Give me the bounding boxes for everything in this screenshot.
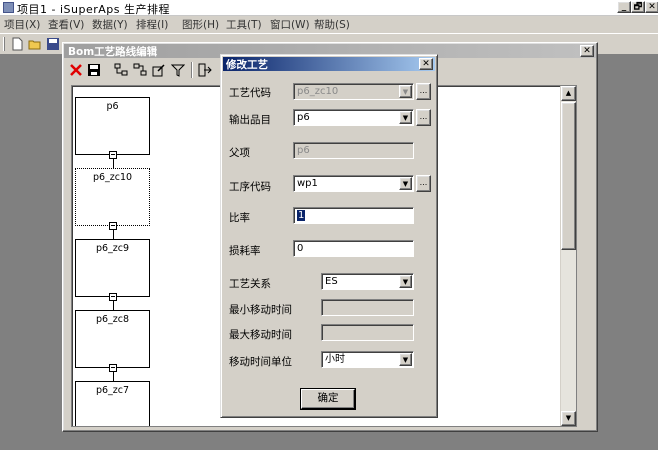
node-connector[interactable] — [109, 293, 117, 301]
node-connector[interactable] — [109, 222, 117, 230]
scroll-down-button[interactable]: ▼ — [561, 411, 576, 426]
loss-rate-label: 损耗率 — [229, 245, 261, 257]
connector-line — [113, 159, 114, 168]
relation-label: 工艺关系 — [229, 278, 271, 290]
ratio-input[interactable]: 1 — [293, 207, 414, 224]
process-node[interactable]: p6_zc9 — [75, 239, 150, 297]
process-code-combo[interactable]: p6_zc10 ▼ — [293, 83, 414, 100]
toolbar-separator — [191, 62, 193, 78]
connector-line — [113, 230, 114, 239]
output-item-combo[interactable]: p6 ▼ — [293, 109, 414, 126]
chevron-down-icon[interactable]: ▼ — [399, 275, 412, 288]
output-item-value: p6 — [297, 112, 310, 123]
dialog-title-bar: 修改工艺 ✕ — [223, 57, 435, 71]
node-connector[interactable] — [109, 364, 117, 372]
chevron-down-icon[interactable]: ▼ — [399, 85, 412, 98]
ratio-value: 1 — [297, 210, 306, 221]
process-node-label: p6_zc10 — [92, 172, 133, 183]
operation-code-value: wp1 — [297, 178, 318, 189]
scroll-up-button[interactable]: ▲ — [561, 86, 576, 101]
menu-project[interactable]: 项目(X) — [4, 17, 40, 32]
operation-code-browse-button[interactable]: ... — [416, 175, 431, 192]
menu-schedule[interactable]: 排程(I) — [136, 17, 168, 32]
delete-icon[interactable] — [69, 63, 83, 77]
process-node-label: p6_zc9 — [95, 243, 130, 254]
max-move-time-label: 最大移动时间 — [229, 329, 292, 341]
parent-label: 父项 — [229, 147, 250, 159]
min-move-time-label: 最小移动时间 — [229, 304, 292, 316]
parent-field: p6 — [293, 142, 414, 159]
chevron-down-icon[interactable]: ▼ — [399, 111, 412, 124]
move-time-unit-combo[interactable]: 小时 ▼ — [321, 351, 414, 368]
loss-rate-value: 0 — [297, 243, 304, 254]
process-node[interactable]: p6_zc7 — [75, 381, 150, 426]
menu-help[interactable]: 帮助(S) — [314, 17, 350, 32]
menu-window[interactable]: 窗口(W) — [270, 17, 310, 32]
ok-button[interactable]: 确定 — [301, 389, 355, 409]
exit-icon[interactable] — [198, 63, 212, 77]
chevron-down-icon[interactable]: ▼ — [399, 177, 412, 190]
max-move-time-input — [321, 324, 414, 341]
bom-close-button[interactable]: ✕ — [580, 45, 594, 57]
collapse-icon[interactable] — [133, 63, 147, 77]
restore-button[interactable]: 🗗 — [631, 1, 645, 13]
process-code-browse-button[interactable]: ... — [416, 83, 431, 100]
process-node[interactable]: p6_zc10 — [75, 168, 150, 226]
close-button[interactable]: ✕ — [645, 1, 658, 13]
process-node-label: p6_zc8 — [95, 314, 130, 325]
menu-tools[interactable]: 工具(T) — [226, 17, 262, 32]
operation-code-combo[interactable]: wp1 ▼ — [293, 175, 414, 192]
dialog-close-button[interactable]: ✕ — [419, 58, 433, 70]
connector-line — [113, 372, 114, 381]
output-item-browse-button[interactable]: ... — [416, 109, 431, 126]
min-move-time-input — [321, 299, 414, 316]
process-node[interactable]: p6 — [75, 97, 150, 155]
process-code-label: 工艺代码 — [229, 87, 271, 99]
chevron-down-icon[interactable]: ▼ — [399, 353, 412, 366]
connector-line — [113, 301, 114, 310]
app-title: 项目1 - iSuperAps 生产排程 — [17, 3, 170, 16]
expand-icon[interactable] — [114, 63, 128, 77]
vertical-scrollbar[interactable]: ▲ ▼ — [560, 86, 576, 426]
menu-graphics[interactable]: 图形(H) — [182, 17, 219, 32]
process-node-label: p6_zc7 — [95, 385, 130, 396]
open-folder-icon[interactable] — [28, 37, 42, 51]
menu-data[interactable]: 数据(Y) — [92, 17, 128, 32]
relation-combo[interactable]: ES ▼ — [321, 273, 414, 290]
process-code-value: p6_zc10 — [297, 86, 339, 97]
save-toolbar-icon[interactable] — [46, 37, 60, 51]
filter-icon[interactable] — [171, 63, 185, 77]
modify-process-dialog: 修改工艺 ✕ 工艺代码 p6_zc10 ▼ ... 输出品目 p6 ▼ ... … — [220, 54, 438, 418]
new-file-icon[interactable] — [10, 37, 24, 51]
move-time-unit-label: 移动时间单位 — [229, 356, 292, 368]
app-title-bar: 项目1 - iSuperAps 生产排程 _ 🗗 ✕ — [0, 0, 658, 16]
menu-bar: 项目(X) 查看(V) 数据(Y) 排程(I) 图形(H) 工具(T) 窗口(W… — [0, 16, 658, 32]
loss-rate-input[interactable]: 0 — [293, 240, 414, 257]
edit-icon[interactable] — [152, 63, 166, 77]
parent-value: p6 — [297, 145, 310, 156]
menu-view[interactable]: 查看(V) — [48, 17, 84, 32]
scroll-thumb[interactable] — [561, 102, 576, 250]
bom-window-title: Bom工艺路线编辑 — [68, 46, 158, 58]
relation-value: ES — [325, 276, 338, 287]
operation-code-label: 工序代码 — [229, 181, 271, 193]
app-icon — [3, 2, 14, 13]
save-icon[interactable] — [87, 63, 101, 77]
minimize-button[interactable]: _ — [617, 1, 631, 13]
process-node[interactable]: p6_zc8 — [75, 310, 150, 368]
ratio-label: 比率 — [229, 212, 250, 224]
output-item-label: 输出品目 — [229, 114, 271, 126]
process-node-label: p6 — [106, 101, 119, 112]
toolbar-grip — [3, 37, 5, 51]
node-connector[interactable] — [109, 151, 117, 159]
dialog-title: 修改工艺 — [226, 59, 268, 71]
move-time-unit-value: 小时 — [325, 354, 345, 365]
